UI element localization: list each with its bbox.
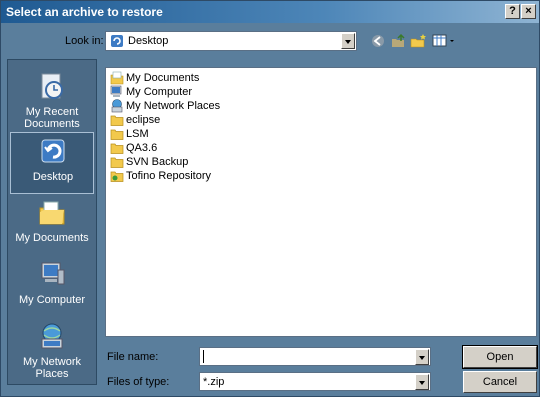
open-file-dialog: Select an archive to restore ? × Look in… [0,0,540,397]
close-button[interactable]: × [521,4,536,19]
new-folder-icon[interactable] [409,33,427,49]
file-list[interactable]: My Documents My Computer My Network Plac… [105,67,537,337]
file-name: eclipse [126,114,161,126]
place-label: My Network Places [22,356,82,380]
place-label: Desktop [32,171,74,183]
place-label: My Recent Documents [24,106,80,130]
folder-icon [110,143,124,154]
open-button[interactable]: Open [462,345,538,369]
my-documents-icon [39,201,65,225]
file-name: SVN Backup [126,156,189,168]
desktop-icon [41,139,65,163]
look-in-label: Look in: [65,35,104,47]
views-menu-icon[interactable] [431,33,457,49]
file-name: My Network Places [126,100,221,112]
up-folder-icon[interactable] [389,33,407,49]
look-in-value: Desktop [128,35,169,47]
file-type-value: *.zip [203,376,225,388]
network-places-icon [41,323,63,349]
place-desktop[interactable]: Desktop [10,132,94,194]
look-in-dropdown[interactable]: Desktop [105,31,357,51]
back-icon[interactable] [369,33,387,49]
recent-documents-icon [41,73,63,99]
places-bar: My Recent Documents Desktop My Documents [7,59,97,385]
help-button[interactable]: ? [505,4,520,19]
file-type-label: Files of type: [107,376,170,388]
place-my-recent-documents[interactable]: My Recent Documents [10,68,94,130]
file-name: Tofino Repository [126,170,211,182]
text-caret [203,350,204,363]
file-name-label: File name: [107,351,159,363]
shared-folder-icon [110,171,124,182]
my-computer-icon [41,262,65,285]
my-computer-icon [110,85,122,97]
desktop-icon [111,35,123,47]
file-name: My Documents [126,72,200,84]
file-name-combo[interactable] [199,347,431,366]
place-my-documents[interactable]: My Documents [10,194,94,256]
folder-icon [110,129,124,140]
chevron-down-icon[interactable] [341,33,355,49]
file-name-input[interactable] [202,349,412,364]
file-name: QA3.6 [126,142,158,154]
folder-icon [110,157,124,168]
chevron-down-icon[interactable] [415,349,429,365]
file-name: My Computer [126,86,193,98]
file-type-dropdown[interactable]: *.zip [199,372,431,391]
cancel-button[interactable]: Cancel [463,371,537,393]
chevron-down-icon[interactable] [415,374,429,390]
file-name: LSM [126,128,149,140]
place-label: My Computer [18,294,86,306]
dialog-title: Select an archive to restore [6,5,163,19]
my-documents-icon [110,71,124,85]
title-bar[interactable]: Select an archive to restore [1,1,539,23]
folder-icon [110,115,124,126]
place-my-network-places[interactable]: My Network Places [10,318,94,380]
place-label: My Documents [15,232,89,244]
network-places-icon [111,99,123,113]
place-my-computer[interactable]: My Computer [10,256,94,318]
